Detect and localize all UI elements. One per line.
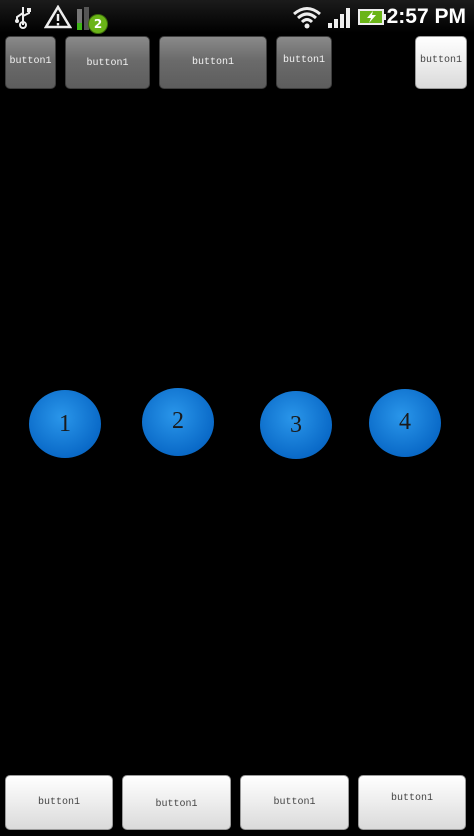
bottom-button-2[interactable]: button1 (122, 775, 231, 830)
clock-time: 2:57 (386, 5, 429, 28)
top-button-3[interactable]: button1 (159, 36, 267, 89)
bottom-button-4[interactable]: button1 (358, 775, 466, 830)
warning-icon (44, 5, 72, 29)
bottom-button-1[interactable]: button1 (5, 775, 113, 830)
wifi-icon (292, 5, 322, 29)
top-button-4[interactable]: button1 (276, 36, 332, 89)
circle-button-3[interactable]: 3 (260, 391, 332, 459)
notification-count-badge: 2 (88, 14, 108, 34)
cell-signal-icon (326, 5, 352, 29)
top-button-1[interactable]: button1 (5, 36, 56, 89)
status-bar: 2 2:57 PM (0, 0, 474, 34)
usb-icon (12, 5, 34, 29)
battery-charging-icon (358, 5, 388, 29)
status-clock: 2:57 PM (387, 5, 466, 29)
bottom-button-3[interactable]: button1 (240, 775, 349, 830)
circle-button-1[interactable]: 1 (29, 390, 101, 458)
top-button-2[interactable]: button1 (65, 36, 150, 89)
circle-button-2[interactable]: 2 (142, 388, 214, 456)
top-button-5[interactable]: button1 (415, 36, 467, 89)
circle-button-4[interactable]: 4 (369, 389, 441, 457)
clock-suffix: PM (434, 5, 467, 28)
